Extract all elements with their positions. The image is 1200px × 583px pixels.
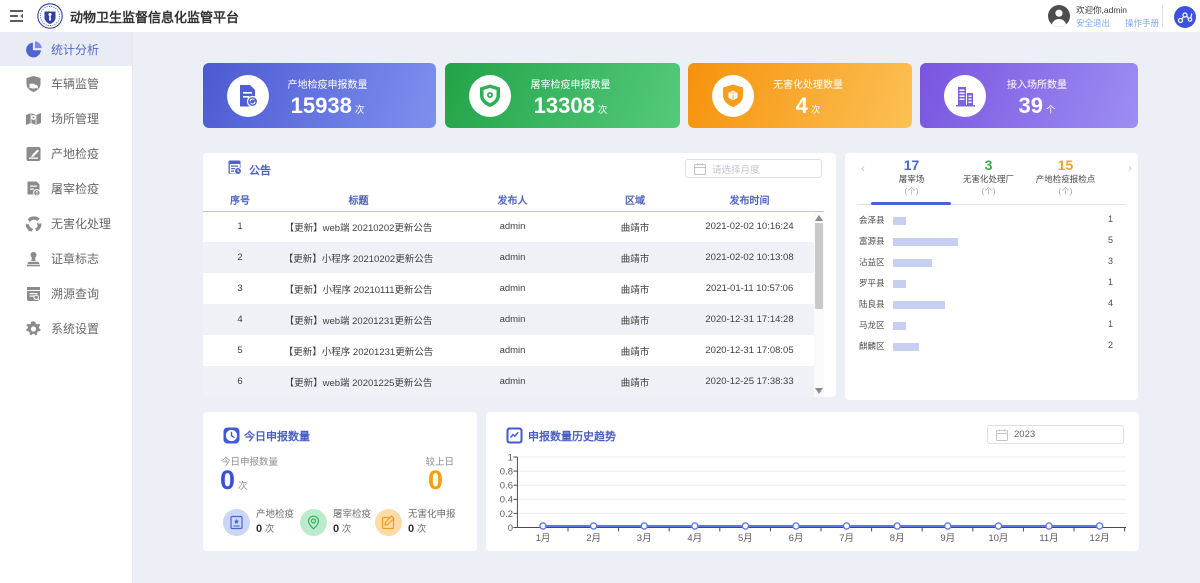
svg-text:8月: 8月 xyxy=(890,533,905,544)
svg-text:7月: 7月 xyxy=(839,533,854,544)
svg-text:2月: 2月 xyxy=(586,533,601,544)
svg-text:10月: 10月 xyxy=(988,533,1008,544)
svg-text:0.2: 0.2 xyxy=(500,509,513,520)
svg-text:0.8: 0.8 xyxy=(500,467,513,478)
svg-text:5月: 5月 xyxy=(738,533,753,544)
svg-text:0.4: 0.4 xyxy=(500,495,513,506)
svg-text:6月: 6月 xyxy=(789,533,804,544)
svg-text:1: 1 xyxy=(508,452,513,463)
svg-text:0: 0 xyxy=(508,523,513,534)
svg-text:3月: 3月 xyxy=(637,533,652,544)
svg-text:9月: 9月 xyxy=(940,533,955,544)
svg-text:11月: 11月 xyxy=(1039,533,1058,544)
svg-text:0.6: 0.6 xyxy=(500,481,513,492)
svg-text:1月: 1月 xyxy=(536,533,551,544)
svg-text:4月: 4月 xyxy=(687,533,702,544)
svg-text:12月: 12月 xyxy=(1090,533,1110,544)
